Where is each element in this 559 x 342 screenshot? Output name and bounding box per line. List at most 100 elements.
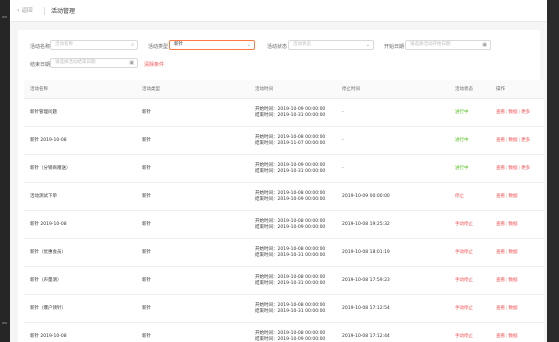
ops-separator: | [518, 110, 521, 115]
edge-mark [2, 16, 7, 18]
row-actions: 查看|数据|更多 [496, 155, 530, 183]
ops-separator: | [518, 166, 521, 171]
start-value: 2019-10-08 00:00:00 [277, 303, 326, 308]
row-action-link[interactable]: 查看 [496, 306, 505, 311]
row-type: 新针 [142, 194, 151, 199]
row-type: 新针 [142, 222, 151, 227]
name-filter-label: 活动名称 [30, 44, 51, 50]
row-time: 开始时间：2019-10-08 00:00:00 结束时间：2019-10-31 … [255, 247, 325, 259]
row-action-link[interactable]: 查看 [496, 334, 505, 339]
start-value: 2019-10-09 00:00:00 [277, 107, 326, 112]
page-title: 活动管理 [51, 8, 76, 15]
row-status: 手动停止 [455, 250, 473, 255]
row-type: 新针 [142, 334, 151, 339]
row-actions: 查看|数据|更多 [496, 127, 530, 155]
row-status: 手动停止 [455, 334, 473, 339]
table-row: 新针 2019-10-08 新针 开始时间：2019-10-08 00:00:00 结… [24, 211, 544, 239]
row-stop-time: 2019-10-08 18:01:19 [342, 250, 390, 255]
end-prefix: 结束时间： [255, 253, 278, 258]
row-actions: 查看|数据 [496, 267, 518, 295]
ops-separator: | [506, 306, 508, 311]
row-action-link[interactable]: 更多 [521, 166, 530, 171]
row-name: 新针（分销商赠送） [30, 166, 71, 171]
end-date-picker[interactable]: 请选择活动结束日期 ▣ [50, 58, 138, 68]
start-date-picker[interactable]: 请选择活动开始日期 ▣ [405, 40, 491, 50]
clear-filters-link[interactable]: 清除条件 [144, 61, 164, 68]
row-time: 开始时间：2019-10-08 00:00:00 结束时间：2019-10-09 … [255, 191, 325, 203]
calendar-icon: ▣ [482, 42, 487, 48]
start-prefix: 开始时间： [255, 163, 278, 168]
row-action-link[interactable]: 数据 [509, 166, 518, 171]
status-filter-select[interactable]: 活动状态 ⌄ [288, 40, 374, 50]
start-prefix: 开始时间： [255, 219, 278, 224]
page-header: ‹ 返回 活动管理 [10, 0, 547, 22]
row-action-link[interactable]: 查看 [496, 138, 505, 143]
status-filter-placeholder: 活动状态 [293, 42, 311, 47]
row-action-link[interactable]: 数据 [509, 194, 518, 199]
end-date-label: 结束日期 [30, 62, 51, 68]
row-stop-time: 2019-10-08 17:59:23 [342, 278, 390, 283]
ops-separator: | [518, 138, 521, 143]
row-action-link[interactable]: 数据 [509, 138, 518, 143]
row-name: 新针 2019-10-08 [30, 138, 67, 143]
table-row: 新针 2019-10-08 新针 开始时间：2019-10-08 00:00:00 结… [24, 127, 544, 155]
row-time: 开始时间：2019-10-08 00:00:00 结束时间：2019-10-09 … [255, 331, 325, 342]
row-status: 手动停止 [455, 222, 473, 227]
row-action-link[interactable]: 查看 [496, 222, 505, 227]
row-name: 活动测试下单 [30, 194, 57, 199]
row-action-link[interactable]: 数据 [509, 278, 518, 283]
row-status: 停止 [455, 194, 464, 199]
status-filter-label: 活动状态 [267, 44, 288, 50]
end-prefix: 结束时间： [255, 337, 278, 342]
table-row: 新针 2019-10-08 新针 开始时间：2019-10-08 00:00:00 结… [24, 323, 544, 342]
end-date-placeholder: 请选择活动结束日期 [55, 60, 96, 65]
row-type: 新针 [142, 166, 151, 171]
right-edge-strip [547, 0, 559, 342]
chevron-left-icon: ‹ [17, 5, 20, 14]
column-header-status: 活动状态 [455, 87, 473, 92]
row-type: 新针 [142, 138, 151, 143]
calendar-icon: ▣ [129, 60, 134, 66]
chevron-down-icon: ⌄ [365, 42, 370, 48]
column-header-type: 活动类型 [142, 87, 160, 92]
row-action-link[interactable]: 更多 [521, 110, 530, 115]
row-action-link[interactable]: 数据 [509, 334, 518, 339]
back-button[interactable]: ‹ 返回 [17, 6, 33, 14]
row-time: 开始时间：2019-10-08 00:00:00 结束时间：2019-11-07 … [255, 135, 325, 147]
column-header-name: 活动名称 [30, 87, 48, 92]
row-action-link[interactable]: 数据 [509, 306, 518, 311]
row-action-link[interactable]: 查看 [496, 194, 505, 199]
left-edge-strip [0, 0, 10, 342]
start-prefix: 开始时间： [255, 275, 278, 280]
row-action-link[interactable]: 更多 [521, 138, 530, 143]
row-stop-time: - [342, 110, 344, 115]
row-stop-time: 2019-10-08 17:12:54 [342, 306, 390, 311]
row-action-link[interactable]: 数据 [509, 110, 518, 115]
start-prefix: 开始时间： [255, 303, 278, 308]
type-filter-select[interactable]: 新针 ⌄ [169, 40, 255, 50]
ops-separator: | [506, 138, 508, 143]
end-prefix: 结束时间： [255, 309, 278, 314]
name-filter-input[interactable]: 活动名称 ⌕ [50, 40, 138, 50]
row-name: 新针 2019-10-08 [30, 334, 67, 339]
row-action-link[interactable]: 查看 [496, 110, 505, 115]
row-action-link[interactable]: 查看 [496, 166, 505, 171]
row-action-link[interactable]: 数据 [509, 222, 518, 227]
table-row: 新针（爆户领针） 新针 开始时间：2019-10-08 00:00:00 结束时间：2… [24, 295, 544, 323]
row-time: 开始时间：2019-10-09 00:00:00 结束时间：2019-10-31 … [255, 107, 325, 119]
row-name: 新针管理问题 [30, 110, 57, 115]
start-value: 2019-10-08 00:00:00 [277, 191, 326, 196]
table-header: 活动名称 活动类型 活动时间 停止时间 活动状态 操作 [24, 80, 544, 99]
row-actions: 查看|数据|更多 [496, 99, 530, 127]
end-value: 2019-10-31 00:00:00 [277, 169, 326, 174]
row-action-link[interactable]: 查看 [496, 278, 505, 283]
search-icon[interactable]: ⌕ [131, 41, 134, 49]
ops-separator: | [506, 222, 508, 227]
row-name: 新针（声量测） [30, 278, 62, 283]
row-action-link[interactable]: 数据 [509, 250, 518, 255]
row-action-link[interactable]: 查看 [496, 250, 505, 255]
row-end-time: 结束时间：2019-10-31 00:00:00 [255, 253, 325, 259]
row-stop-time: - [342, 138, 344, 143]
app-window: ‹ 返回 活动管理 活动名称 活动名称 ⌕ 活动类型 新针 ⌄ 活动状态 活动状… [10, 0, 547, 342]
table-row: 新针（分销商赠送） 新针 开始时间：2019-10-09 00:00:00 结束时间：… [24, 155, 544, 183]
